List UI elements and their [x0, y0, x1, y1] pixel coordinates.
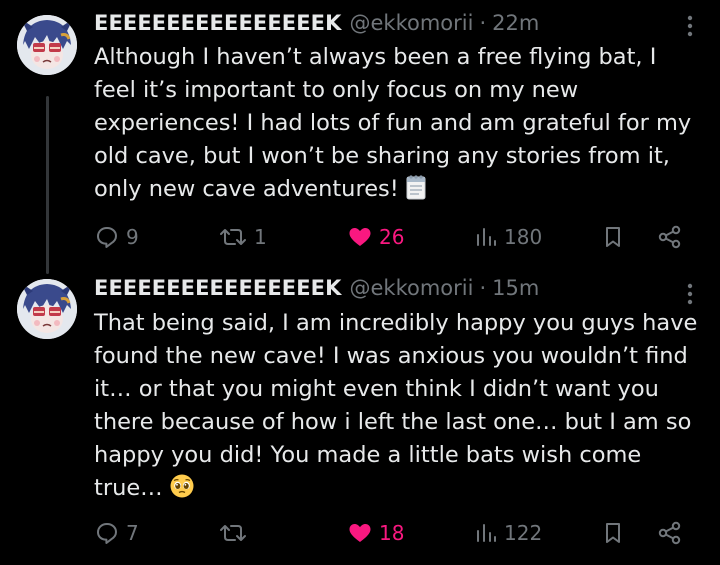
like-count: 26: [379, 225, 405, 249]
tweet-text-line: experiences! I had lots of fun and am gr…: [94, 110, 692, 136]
tweet-text-line: old cave, but I won’t be sharing any sto…: [94, 143, 670, 169]
reply-button[interactable]: 9: [94, 222, 139, 252]
tweet[interactable]: EEEEEEEEEEEEEEEEK @ekkomorii · 22m Altho…: [0, 0, 720, 270]
analytics-icon: [474, 224, 498, 250]
timestamp[interactable]: 15m: [492, 276, 539, 300]
tweet-text-line-last: true…: [94, 472, 704, 505]
more-options-icon[interactable]: [680, 281, 700, 307]
reply-icon: [94, 224, 120, 250]
timestamp[interactable]: 22m: [492, 11, 539, 35]
like-button[interactable]: 18: [347, 518, 404, 548]
tweet-text-line-last: only new cave adventures!: [94, 173, 704, 206]
repost-icon: [218, 224, 248, 250]
tweet-text-fragment: only new cave adventures!: [94, 176, 399, 202]
views-button[interactable]: 180: [474, 222, 542, 252]
share-icon: [657, 224, 683, 250]
share-button[interactable]: [657, 518, 683, 548]
display-name[interactable]: EEEEEEEEEEEEEEEEK: [94, 276, 342, 300]
bookmark-icon: [602, 224, 624, 250]
tweet-text: Although I haven’t always been a free fl…: [94, 41, 704, 206]
bookmark-button[interactable]: [602, 518, 624, 548]
share-icon: [657, 520, 683, 546]
user-handle[interactable]: @ekkomorii: [350, 276, 474, 300]
pleading-face-emoji: [169, 473, 195, 509]
notepad-emoji: [405, 174, 427, 210]
tweet-text-line: it… or that you might even think I didn’…: [94, 376, 659, 402]
display-name[interactable]: EEEEEEEEEEEEEEEEK: [94, 11, 342, 35]
tweet-text-line: Although I haven’t always been a free fl…: [94, 44, 657, 70]
share-button[interactable]: [657, 222, 683, 252]
view-count: 122: [504, 521, 543, 545]
bookmark-button[interactable]: [602, 222, 624, 252]
user-handle[interactable]: @ekkomorii: [350, 11, 474, 35]
heart-filled-icon: [347, 224, 373, 250]
heart-filled-icon: [347, 520, 373, 546]
views-button[interactable]: 122: [474, 518, 542, 548]
repost-button[interactable]: [218, 518, 254, 548]
tweet-text-fragment: true…: [94, 475, 163, 501]
tweet-header: EEEEEEEEEEEEEEEEK @ekkomorii · 22m: [94, 8, 539, 38]
tweet-text: That being said, I am incredibly happy y…: [94, 307, 704, 505]
reply-count: 9: [126, 225, 139, 249]
like-button[interactable]: 26: [347, 222, 404, 252]
tweet-actions: 9 1 26 180: [94, 222, 694, 252]
tweet-text-line: there because of how i left the last one…: [94, 409, 692, 435]
separator: ·: [479, 276, 487, 300]
bookmark-icon: [602, 520, 624, 546]
repost-icon: [218, 520, 248, 546]
tweet-text-line: That being said, I am incredibly happy y…: [94, 310, 698, 336]
tweet-text-line: found the new cave! I was anxious you wo…: [94, 343, 688, 369]
analytics-icon: [474, 520, 498, 546]
avatar[interactable]: [17, 279, 77, 339]
reply-button[interactable]: 7: [94, 518, 139, 548]
reply-icon: [94, 520, 120, 546]
more-options-icon[interactable]: [680, 13, 700, 39]
view-count: 180: [504, 225, 543, 249]
reply-count: 7: [126, 521, 139, 545]
separator: ·: [479, 11, 487, 35]
tweet[interactable]: EEEEEEEEEEEEEEEEK @ekkomorii · 15m That …: [0, 270, 720, 565]
tweet-header: EEEEEEEEEEEEEEEEK @ekkomorii · 15m: [94, 273, 539, 303]
repost-button[interactable]: 1: [218, 222, 267, 252]
tweet-text-line: feel it’s important to only focus on my …: [94, 77, 579, 103]
tweet-actions: 7 18 122: [94, 518, 694, 548]
repost-count: 1: [254, 225, 267, 249]
tweet-text-line: happy you did! You made a little bats wi…: [94, 442, 642, 468]
like-count: 18: [379, 521, 405, 545]
avatar[interactable]: [17, 15, 77, 75]
